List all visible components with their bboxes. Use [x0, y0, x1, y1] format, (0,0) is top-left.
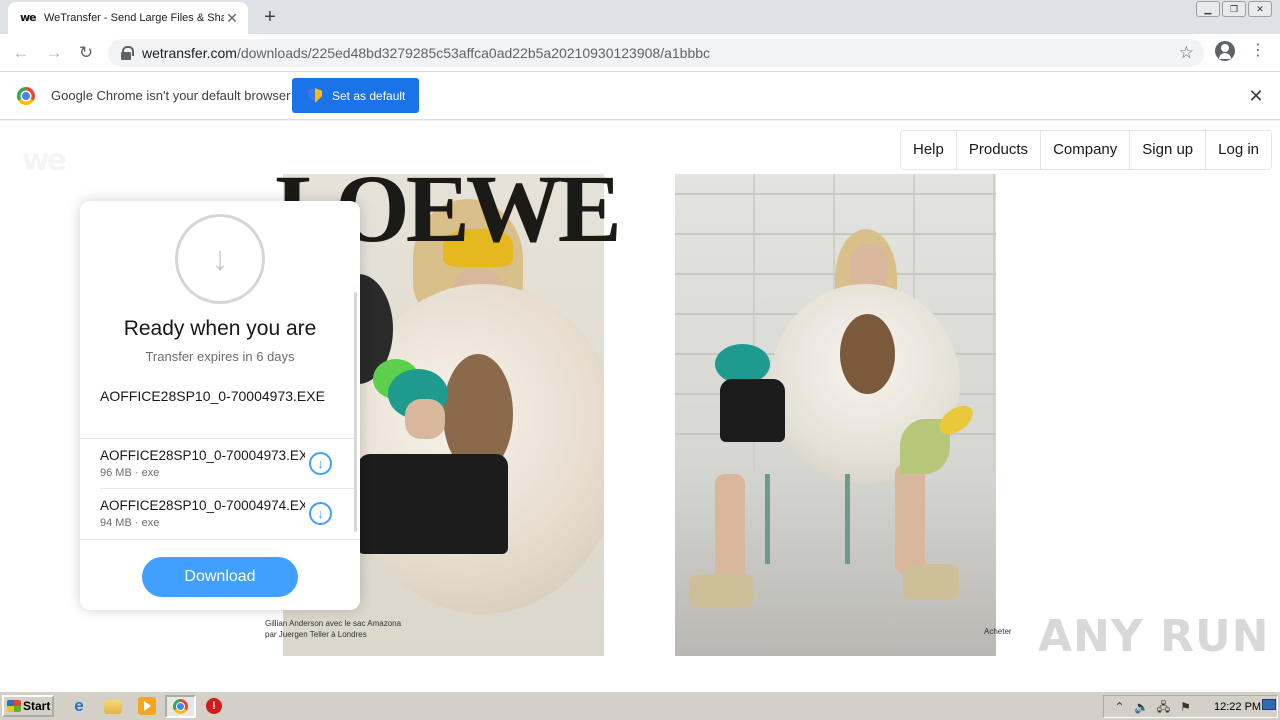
infobar-close-icon[interactable]: ✕: [1246, 86, 1266, 106]
site-nav: Help Products Company Sign up Log in: [900, 130, 1273, 170]
list-divider: [80, 438, 356, 439]
transfer-title: Ready when you are: [123, 317, 317, 340]
tab-title: WeTransfer - Send Large Files & Sha: [44, 12, 224, 24]
url-text: wetransfer.com/downloads/225ed48bd327928…: [142, 45, 710, 61]
ad-shop-link[interactable]: Acheter: [984, 627, 1012, 636]
ad-image-right[interactable]: [675, 174, 996, 656]
ad-handbag: [358, 454, 508, 554]
reload-button[interactable]: ↻: [75, 42, 97, 64]
ad-figure-leg-right: [895, 464, 925, 574]
ad-caption-line-1: Gillian Anderson avec le sac Amazona: [265, 619, 402, 628]
bookmark-star-icon[interactable]: ☆: [1179, 43, 1194, 63]
file-download-icon[interactable]: ↓: [309, 502, 332, 525]
file-list-scrollbar[interactable]: [354, 292, 357, 532]
browser-toolbar: ← → ↻ wetransfer.com/downloads/225ed48bd…: [0, 34, 1280, 72]
set-as-default-button[interactable]: Set as default: [292, 78, 419, 113]
volume-icon[interactable]: 🔈: [1134, 700, 1149, 714]
infobar-message: Google Chrome isn't your default browser: [51, 88, 291, 103]
set-as-default-label: Set as default: [332, 88, 406, 103]
wetransfer-logo[interactable]: we: [22, 143, 67, 178]
meta-separator: ·: [134, 517, 139, 529]
file-meta: 96 MB · exe: [100, 467, 159, 479]
browser-tab[interactable]: we WeTransfer - Send Large Files & Sha ✕: [8, 2, 248, 34]
ad-handbag-right: [720, 379, 785, 442]
file-meta: 94 MB · exe: [100, 517, 159, 529]
nav-sign-up[interactable]: Sign up: [1129, 131, 1205, 169]
windows-logo-icon: [7, 700, 21, 712]
url-path: /downloads/225ed48bd3279285c53affca0ad22…: [236, 45, 711, 61]
chrome-menu-icon[interactable]: ⋮: [1250, 43, 1266, 61]
tab-close-icon[interactable]: ✕: [224, 10, 240, 26]
windows-taskbar: Start e ! ⌃ 🔈 🖧 ⚑ 12:22 PM: [0, 691, 1280, 720]
wetransfer-favicon-icon: we: [20, 11, 37, 24]
ad-chair-leg-2: [845, 474, 850, 564]
start-label: Start: [23, 699, 51, 713]
file-type: exe: [141, 467, 160, 479]
meta-separator: ·: [134, 467, 139, 479]
file-name: AOFFICE28SP10_0-70004974.EXE: [100, 498, 305, 513]
ad-chair-leg-1: [765, 474, 770, 564]
profile-avatar-icon[interactable]: [1215, 41, 1235, 61]
file-download-icon[interactable]: ↓: [309, 452, 332, 475]
nav-company[interactable]: Company: [1040, 131, 1129, 169]
minimize-button[interactable]: ▁: [1196, 1, 1220, 17]
show-desktop-icon[interactable]: [1262, 699, 1276, 710]
ad-caption: Gillian Anderson avec le sac Amazona par…: [265, 618, 445, 640]
transfer-name: AOFFICE28SP10_0-70004973.EXE: [100, 388, 325, 404]
internet-explorer-icon[interactable]: e: [70, 697, 88, 715]
ad-teal-sleeve-right: [715, 344, 770, 384]
network-icon[interactable]: 🖧: [1156, 700, 1171, 714]
ad-figure-leg-left: [715, 474, 745, 584]
anyrun-watermark: ANY RUN: [1038, 611, 1270, 662]
browser-titlebar: we WeTransfer - Send Large Files & Sha ✕…: [0, 0, 1280, 34]
restore-button[interactable]: ❐: [1222, 1, 1246, 17]
nav-log-in[interactable]: Log in: [1205, 131, 1271, 169]
system-tray: ⌃ 🔈 🖧 ⚑ 12:22 PM: [1103, 695, 1278, 718]
back-button[interactable]: ←: [10, 42, 32, 64]
file-size: 94 MB: [100, 517, 132, 529]
file-name: AOFFICE28SP10_0-70004973.EXE: [100, 448, 305, 463]
list-divider: [100, 488, 356, 489]
transfer-expiry: Transfer expires in 6 days: [145, 349, 295, 364]
chrome-taskbar-icon: [173, 699, 188, 714]
stop-sign-icon[interactable]: !: [206, 698, 222, 714]
nav-products[interactable]: Products: [955, 131, 1040, 169]
new-tab-button[interactable]: +: [258, 6, 282, 30]
ad-caption-line-2: par Juergen Teller à Londres: [265, 630, 367, 639]
file-type: exe: [141, 517, 160, 529]
wetransfer-page: we Help Products Company Sign up Log in …: [0, 121, 1280, 691]
start-button[interactable]: Start: [2, 695, 54, 717]
transfer-panel: ↓ Ready when you are Transfer expires in…: [80, 201, 360, 610]
chrome-logo-icon: [17, 87, 35, 105]
nav-help[interactable]: Help: [901, 131, 956, 169]
transfer-footer: Download: [80, 539, 360, 610]
download-arrow-icon: ↓: [211, 239, 229, 278]
ad-figure-hand: [405, 399, 445, 439]
lock-icon[interactable]: [120, 46, 134, 60]
url-host: wetransfer.com: [142, 45, 237, 61]
tray-expand-icon[interactable]: ⌃: [1112, 700, 1127, 714]
uac-shield-icon: [308, 88, 322, 103]
address-bar[interactable]: wetransfer.com/downloads/225ed48bd327928…: [108, 39, 1204, 67]
media-player-icon[interactable]: [138, 697, 156, 715]
ad-shoe-right: [903, 564, 959, 600]
forward-button[interactable]: →: [43, 42, 65, 64]
ad-shoe-left: [689, 574, 753, 608]
file-size: 96 MB: [100, 467, 132, 479]
window-close-button[interactable]: ✕: [1248, 1, 1272, 17]
download-status-circle: ↓: [175, 214, 265, 304]
chrome-taskbar-button[interactable]: [165, 695, 196, 718]
default-browser-infobar: Google Chrome isn't your default browser…: [0, 72, 1280, 120]
ad-fur-brown-right: [840, 314, 895, 394]
window-controls: ▁ ❐ ✕: [1196, 1, 1272, 17]
taskbar-clock[interactable]: 12:22 PM: [1214, 701, 1261, 713]
download-button[interactable]: Download: [142, 557, 298, 597]
file-explorer-icon[interactable]: [104, 700, 122, 714]
action-center-flag-icon[interactable]: ⚑: [1178, 700, 1193, 714]
